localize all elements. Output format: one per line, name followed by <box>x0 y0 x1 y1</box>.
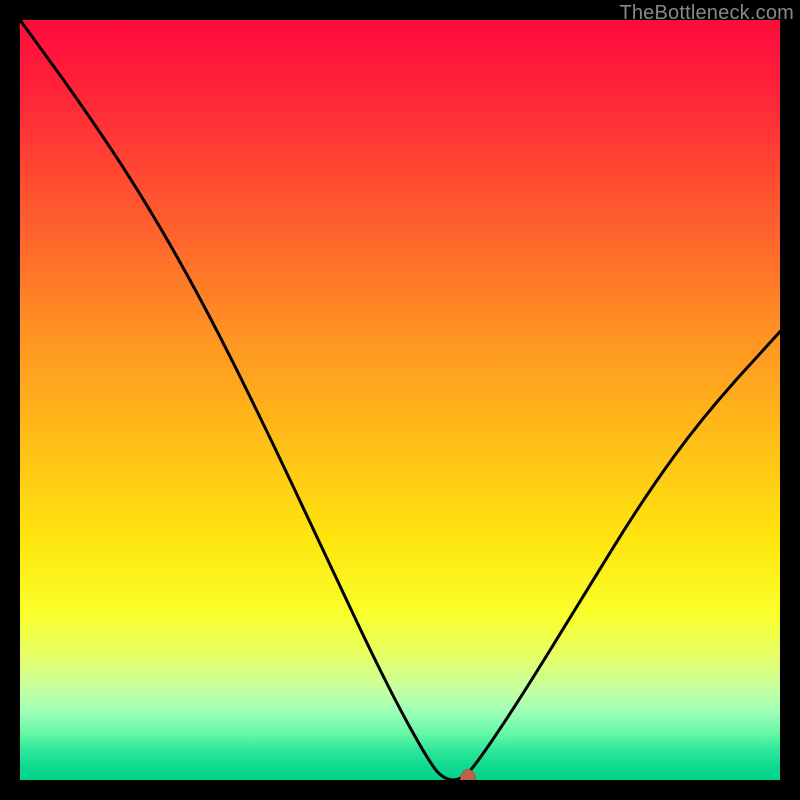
chart-container: TheBottleneck.com <box>0 0 800 800</box>
plot-area <box>20 20 780 780</box>
bottleneck-curve <box>20 20 780 780</box>
watermark-text: TheBottleneck.com <box>619 2 794 25</box>
